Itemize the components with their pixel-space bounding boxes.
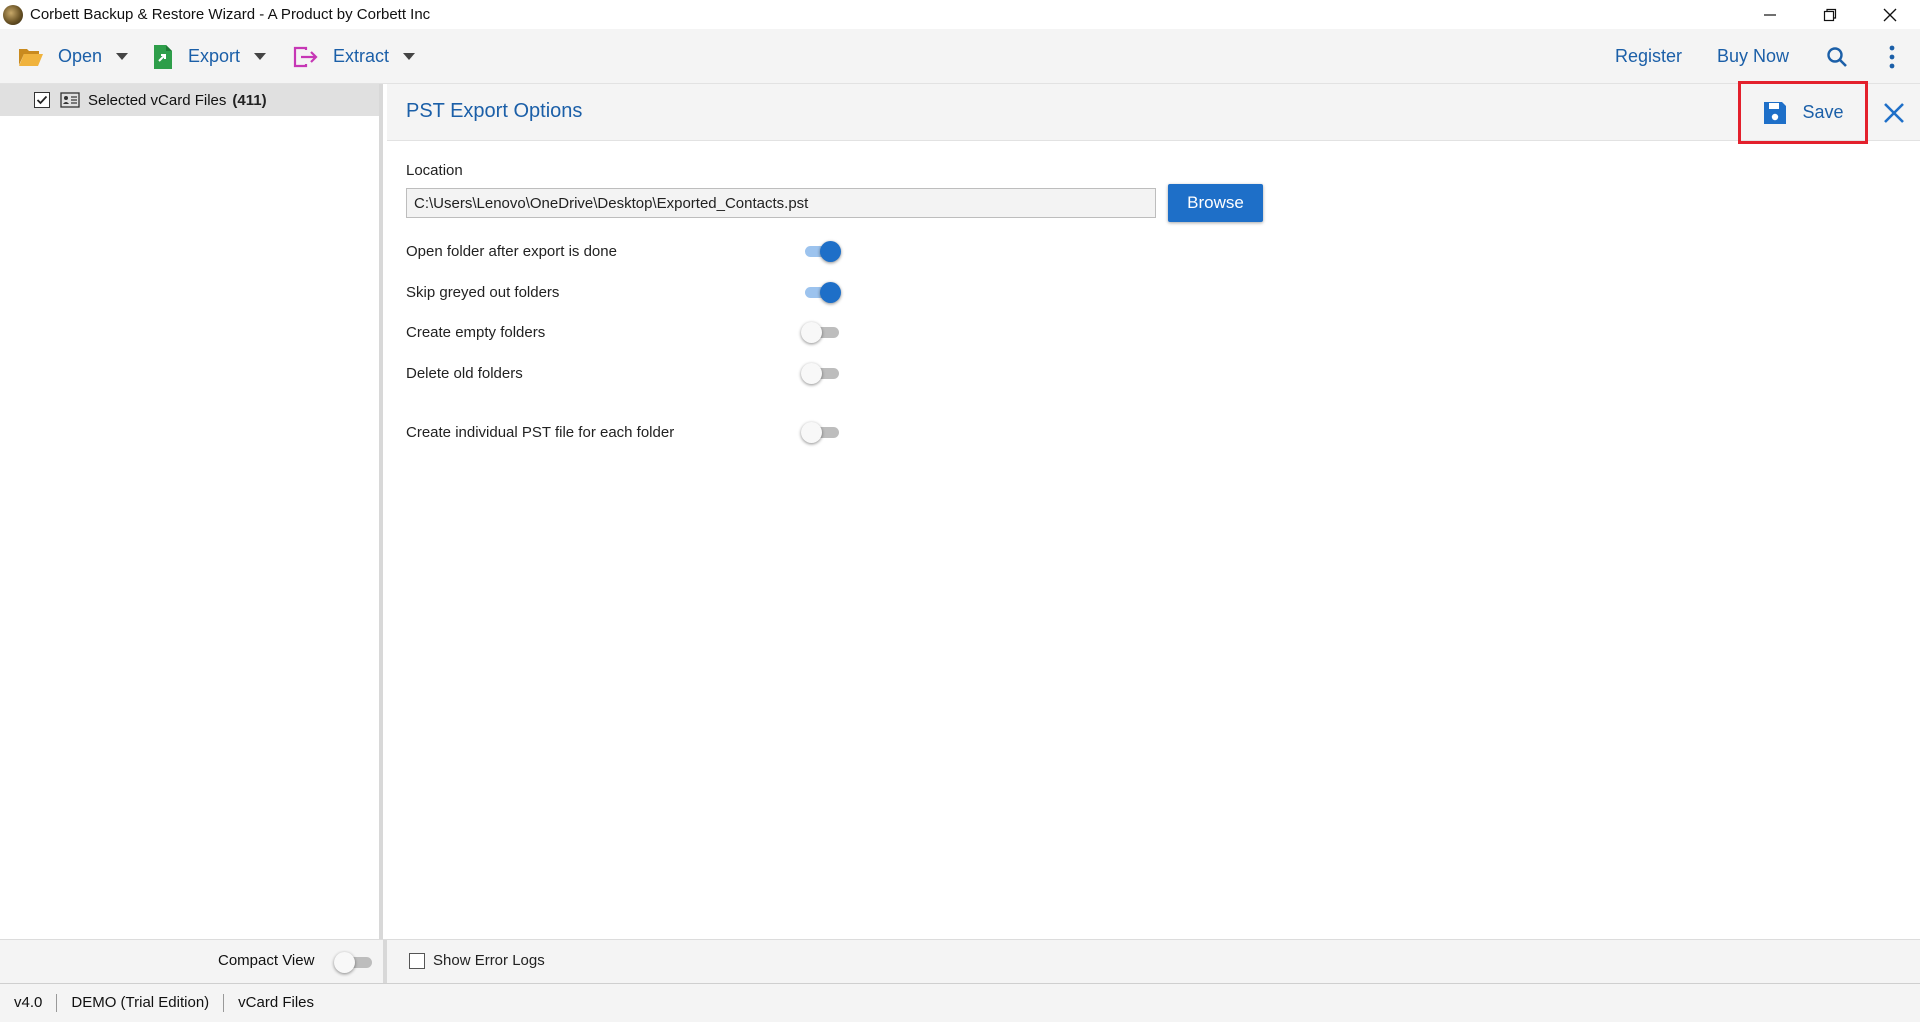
tree-item-label: Selected vCard Files [88,91,227,109]
vcard-icon [60,92,80,108]
panel-divider [383,940,387,984]
save-floppy-icon [1764,101,1787,124]
mode-label: vCard Files [238,994,315,1011]
option-label: Create individual PST file for each fold… [406,423,675,441]
individual-pst-toggle[interactable] [801,421,841,443]
close-panel-button[interactable] [1879,98,1909,128]
edition-label: DEMO (Trial Edition) [57,994,225,1012]
chevron-down-icon [254,53,267,60]
tree-item-checkbox[interactable] [34,92,50,108]
option-individual-pst-per-folder: Create individual PST file for each fold… [406,419,846,445]
tree-item-selected-vcard-files[interactable]: Selected vCard Files (411) [0,84,379,116]
pst-export-options-panel: PST Export Options Save Location Browse … [387,81,1920,939]
panel-header: PST Export Options Save [387,81,1920,144]
option-skip-greyed-out-folders: Skip greyed out folders [406,279,846,305]
main-toolbar: Open Export Extract Register Buy Now [0,29,1920,84]
create-empty-folders-toggle[interactable] [801,321,841,343]
search-button[interactable] [1826,29,1848,84]
panel-title: PST Export Options [406,100,583,122]
open-folder-toggle[interactable] [801,240,841,262]
export-menu-button[interactable]: Export [152,29,267,84]
app-logo-icon [3,4,23,25]
skip-greyed-folders-toggle[interactable] [801,281,841,303]
window-title: Corbett Backup & Restore Wizard - A Prod… [30,6,431,23]
buy-now-link[interactable]: Buy Now [1717,29,1789,84]
extract-label: Extract [333,46,390,66]
show-error-logs-checkbox[interactable] [409,953,425,969]
chevron-down-icon [403,53,416,60]
option-label: Skip greyed out folders [406,283,560,301]
export-file-icon [154,44,172,69]
more-options-button[interactable] [1888,29,1896,84]
compact-view-toggle[interactable] [334,951,374,973]
browse-button[interactable]: Browse [1168,184,1263,222]
bottom-options-bar: Compact View Show Error Logs [0,939,1920,984]
close-window-button[interactable] [1860,0,1920,29]
close-icon [1884,103,1904,123]
extract-menu-button[interactable]: Extract [293,29,416,84]
status-bar: v4.0 DEMO (Trial Edition) vCard Files [0,983,1920,1022]
checkmark-icon [36,95,48,105]
delete-old-folders-toggle[interactable] [801,362,841,384]
option-delete-old-folders: Delete old folders [406,360,846,386]
location-label: Location [406,162,463,179]
option-open-folder-after-export: Open folder after export is done [406,238,846,264]
search-icon [1827,46,1847,67]
title-bar: Corbett Backup & Restore Wizard - A Prod… [0,0,1920,29]
tree-item-count: (411) [232,91,267,109]
close-icon [1883,8,1897,21]
option-label: Open folder after export is done [406,242,617,260]
option-label: Create empty folders [406,323,546,341]
window-controls [1740,0,1920,29]
minimize-icon [1764,13,1776,16]
save-label: Save [1802,102,1844,122]
register-link[interactable]: Register [1615,29,1682,84]
open-label: Open [58,46,103,66]
restore-icon [1823,8,1837,21]
version-label: v4.0 [0,994,58,1012]
location-path-input[interactable] [406,188,1156,218]
extract-icon [293,46,318,67]
save-button[interactable]: Save [1738,81,1868,144]
show-error-logs-label: Show Error Logs [433,952,545,969]
export-label: Export [188,46,241,66]
kebab-menu-icon [1889,45,1895,68]
minimize-button[interactable] [1740,0,1800,29]
restore-button[interactable] [1800,0,1860,29]
folder-open-icon [19,48,43,66]
open-menu-button[interactable]: Open [18,29,129,84]
option-label: Delete old folders [406,364,523,382]
option-create-empty-folders: Create empty folders [406,319,846,345]
folder-tree-panel: Selected vCard Files (411) [0,84,383,939]
chevron-down-icon [116,53,129,60]
compact-view-label: Compact View [218,952,315,969]
